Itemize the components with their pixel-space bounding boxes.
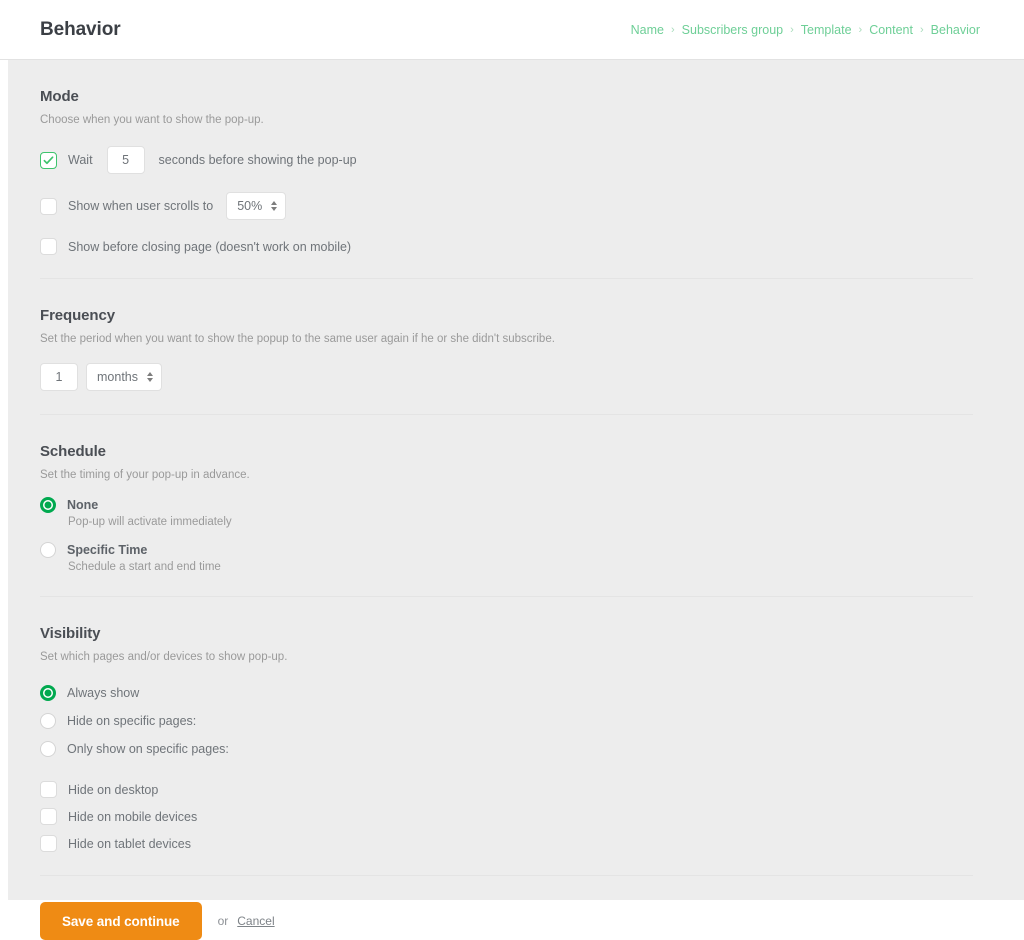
hide-on-tablet-label: Hide on tablet devices (68, 836, 191, 851)
visibility-option-hide-specific-pages[interactable]: Hide on specific pages: (40, 713, 1024, 730)
mode-wait-suffix: seconds before showing the pop-up (158, 153, 357, 168)
mode-exit-intent-checkbox[interactable] (40, 238, 57, 256)
section-mode-title: Mode (40, 88, 79, 105)
mode-exit-intent-row: Show before closing page (doesn't work o… (40, 238, 1024, 256)
section-frequency-description: Set the period when you want to show the… (40, 333, 555, 346)
spinner-arrows-icon (147, 372, 153, 383)
chevron-right-icon: › (858, 23, 863, 36)
section-schedule-description: Set the timing of your pop-up in advance… (40, 469, 250, 482)
page-title: Behavior (40, 18, 121, 40)
visibility-option-always-show[interactable]: Always show (40, 685, 1024, 702)
visibility-only-specific-pages-radio[interactable] (40, 741, 56, 758)
schedule-specific-time-radio[interactable] (40, 542, 56, 559)
section-visibility: Visibility Set which pages and/or device… (40, 597, 1024, 877)
schedule-none-sublabel: Pop-up will activate immediately (68, 516, 232, 529)
mode-scroll-row: Show when user scrolls to 50% (40, 192, 1024, 221)
spinner-arrows-icon (271, 201, 278, 212)
hide-on-desktop-label: Hide on desktop (68, 782, 159, 797)
hide-on-mobile-checkbox[interactable] (40, 808, 57, 826)
visibility-always-show-radio[interactable] (40, 685, 56, 702)
schedule-specific-time-sublabel: Schedule a start and end time (68, 561, 221, 574)
section-frequency: Frequency Set the period when you want t… (40, 279, 1024, 416)
chevron-right-icon: › (790, 23, 794, 36)
section-visibility-title: Visibility (40, 625, 101, 643)
page-body: Mode Choose when you want to show the po… (0, 60, 1024, 940)
section-visibility-description: Set which pages and/or devices to show p… (40, 651, 288, 664)
page-header: Behavior Name › Subscribers group › Temp… (0, 0, 1024, 60)
save-and-continue-button[interactable]: Save and continue (40, 902, 202, 940)
mode-wait-row: Wait seconds before showing the pop-up (40, 146, 1024, 175)
cancel-link[interactable]: Cancel (237, 914, 274, 928)
frequency-unit-select[interactable]: months (86, 363, 162, 392)
breadcrumb-item-behavior[interactable]: Behavior (931, 23, 980, 37)
visibility-only-specific-pages-label: Only show on specific pages: (67, 742, 229, 757)
section-mode: Mode Choose when you want to show the po… (40, 60, 1024, 280)
schedule-specific-time-label: Specific Time (67, 543, 148, 558)
breadcrumb-item-template[interactable]: Template (801, 23, 852, 37)
visibility-hide-specific-pages-label: Hide on specific pages: (67, 714, 197, 729)
schedule-option-none[interactable]: None Pop-up will activate immediately (40, 497, 1024, 528)
device-option-tablet[interactable]: Hide on tablet devices (40, 835, 1024, 853)
form-actions: Save and continue or Cancel (40, 876, 1024, 940)
mode-scroll-label: Show when user scrolls to (68, 199, 214, 214)
hide-on-desktop-checkbox[interactable] (40, 781, 57, 799)
visibility-always-show-label: Always show (67, 686, 140, 701)
section-schedule-title: Schedule (40, 443, 106, 461)
device-option-desktop[interactable]: Hide on desktop (40, 781, 1024, 799)
hide-on-tablet-checkbox[interactable] (40, 835, 57, 853)
mode-wait-seconds-input[interactable] (106, 146, 145, 175)
hide-on-mobile-label: Hide on mobile devices (68, 809, 198, 824)
mode-exit-intent-label: Show before closing page (doesn't work o… (68, 239, 352, 254)
breadcrumb-item-name[interactable]: Name (631, 23, 664, 37)
chevron-right-icon: › (919, 23, 924, 36)
or-separator-label: or (217, 914, 229, 929)
mode-scroll-percent-select[interactable]: 50% (226, 192, 287, 221)
mode-wait-label: Wait (68, 153, 93, 168)
schedule-option-specific-time[interactable]: Specific Time Schedule a start and end t… (40, 542, 1024, 573)
breadcrumb-item-subscribers-group[interactable]: Subscribers group (682, 23, 783, 37)
visibility-hide-specific-pages-radio[interactable] (40, 713, 56, 730)
schedule-none-label: None (67, 498, 99, 513)
mode-scroll-checkbox[interactable] (40, 197, 57, 215)
mode-wait-checkbox[interactable] (40, 151, 57, 169)
section-frequency-title: Frequency (40, 307, 115, 325)
chevron-right-icon: › (671, 23, 675, 36)
frequency-unit-value: months (97, 370, 138, 385)
section-mode-description: Choose when you want to show the pop-up. (40, 114, 264, 126)
settings-panel: Mode Choose when you want to show the po… (8, 60, 1024, 940)
schedule-none-radio[interactable] (40, 497, 56, 514)
breadcrumb: Name › Subscribers group › Template › Co… (631, 23, 980, 37)
mode-scroll-percent-value: 50% (237, 199, 263, 214)
section-schedule: Schedule Set the timing of your pop-up i… (40, 415, 1024, 598)
frequency-controls: months (40, 363, 1024, 392)
visibility-option-only-specific-pages[interactable]: Only show on specific pages: (40, 741, 1024, 758)
check-icon (43, 155, 54, 164)
frequency-amount-input[interactable] (40, 363, 78, 392)
visibility-device-options: Hide on desktop Hide on mobile devices H… (40, 781, 1024, 853)
breadcrumb-item-content[interactable]: Content (869, 23, 913, 37)
device-option-mobile[interactable]: Hide on mobile devices (40, 808, 1024, 826)
